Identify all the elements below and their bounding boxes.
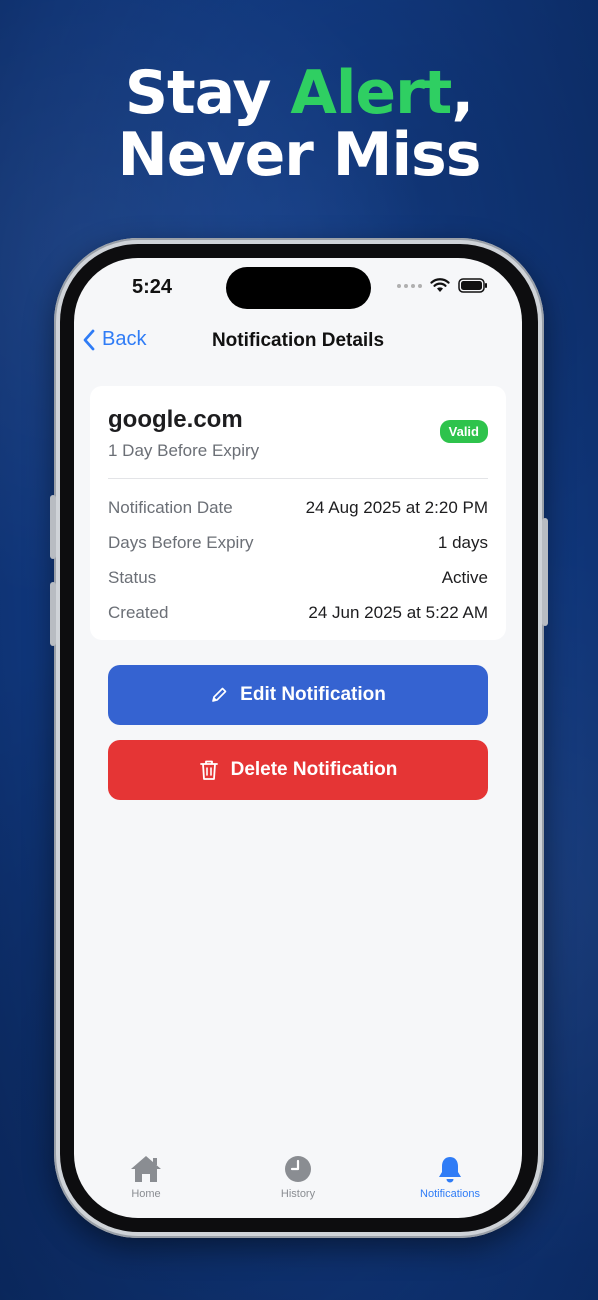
headline-text: Stay (124, 58, 291, 128)
volume-up-button (50, 495, 56, 559)
dynamic-island (226, 267, 371, 309)
phone-screen: 5:24 Back Notification Details google.co… (74, 258, 522, 1218)
page-title: Notification Details (211, 330, 385, 351)
detail-row-created: Created 24 Jun 2025 at 5:22 AM (108, 603, 488, 623)
tab-notifications[interactable]: Notifications (390, 1154, 510, 1200)
signal-dots-icon (397, 283, 422, 288)
status-badge: Valid (439, 420, 488, 443)
tab-history-label: History (280, 1188, 316, 1200)
delete-notification-button[interactable]: Delete Notification (108, 740, 488, 800)
detail-label: Days Before Expiry (108, 533, 254, 552)
tab-history[interactable]: History (238, 1154, 358, 1200)
headline-accent: Alert (290, 58, 452, 128)
status-indicators (397, 278, 488, 293)
headline-comma: , (451, 58, 474, 128)
edit-button-label: Edit Notification (240, 684, 386, 705)
tab-bar: Home History Notifications (74, 1138, 522, 1218)
home-icon (131, 1156, 161, 1182)
delete-button-label: Delete Notification (230, 759, 398, 780)
reminder-subtitle: 1 Day Before Expiry (108, 441, 260, 460)
detail-value: 24 Aug 2025 at 2:20 PM (305, 498, 488, 517)
navigation-bar: Back Notification Details (74, 328, 522, 354)
pencil-icon (212, 687, 227, 702)
headline: Stay Alert, Never Miss (0, 62, 598, 186)
domain-name: google.com (108, 406, 243, 433)
power-button (542, 518, 548, 626)
divider (108, 478, 488, 479)
headline-line-2: Never Miss (117, 120, 482, 190)
detail-label: Notification Date (108, 498, 233, 517)
status-time: 5:24 (132, 276, 173, 298)
detail-row-status: Status Active (108, 568, 488, 588)
detail-row-days-before-expiry: Days Before Expiry 1 days (108, 533, 488, 553)
notification-card: google.com 1 Day Before Expiry Valid Not… (90, 386, 506, 640)
detail-value: 24 Jun 2025 at 5:22 AM (308, 603, 488, 622)
tab-notifications-label: Notifications (420, 1188, 480, 1200)
detail-label: Status (108, 568, 157, 587)
trash-icon (199, 760, 218, 780)
detail-value: Active (441, 568, 488, 587)
tab-home[interactable]: Home (86, 1154, 206, 1200)
battery-icon (458, 278, 487, 293)
detail-label: Created (108, 603, 169, 622)
tab-home-label: Home (131, 1188, 161, 1200)
edit-notification-button[interactable]: Edit Notification (108, 665, 488, 725)
detail-value: 1 days (437, 533, 488, 552)
clock-icon (285, 1156, 311, 1182)
bell-icon (439, 1157, 461, 1183)
volume-down-button (50, 582, 56, 646)
headline-line-1: Stay Alert, (0, 62, 598, 124)
detail-row-notification-date: Notification Date 24 Aug 2025 at 2:20 PM (108, 498, 488, 518)
wifi-icon (430, 278, 450, 292)
